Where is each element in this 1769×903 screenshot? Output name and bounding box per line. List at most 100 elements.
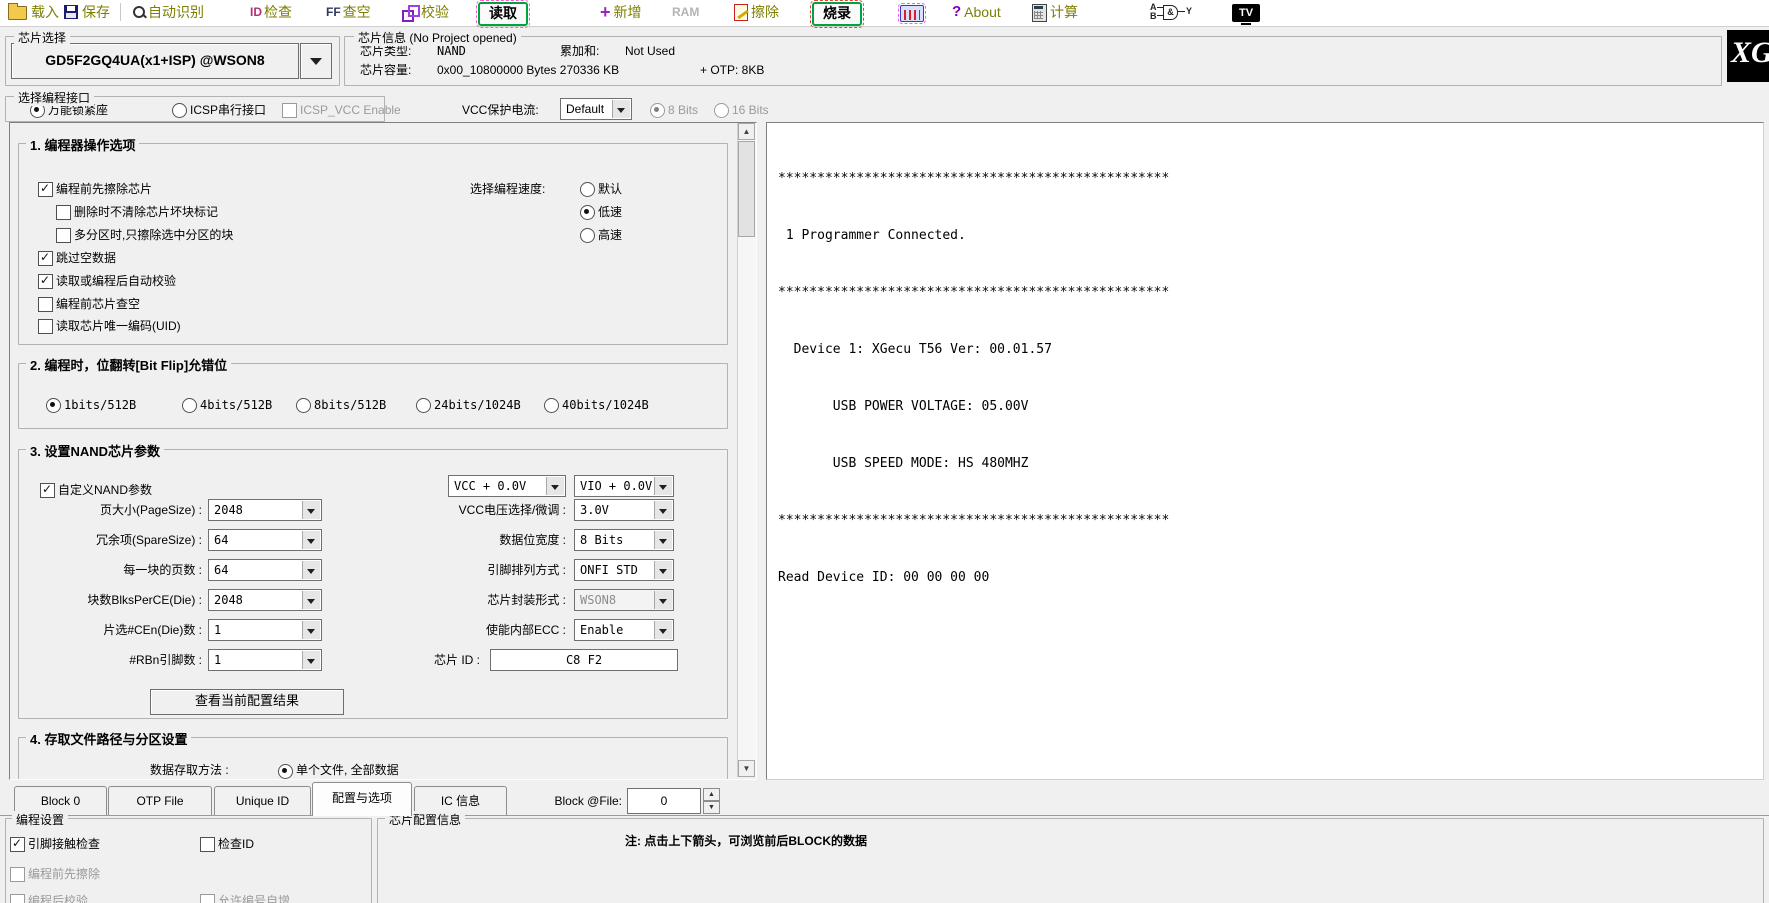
blank-check-button[interactable]: FF查空 — [326, 3, 371, 23]
scrollbar-thumb[interactable] — [738, 141, 755, 237]
rbn-count-combo[interactable]: 1 — [208, 649, 322, 671]
read-uid-label[interactable]: 读取芯片唯一编码(UID) — [56, 319, 181, 334]
burn-button[interactable]: 烧录 — [812, 2, 862, 26]
speed-default-radio[interactable] — [580, 182, 595, 197]
bitflip-24-radio[interactable] — [416, 398, 431, 413]
chip-type-value: NAND — [437, 44, 466, 59]
read-uid-checkbox[interactable] — [38, 319, 53, 334]
chevron-down-icon[interactable] — [654, 477, 672, 495]
scroll-up-button[interactable]: ▲ — [738, 123, 755, 140]
erase-selected-partition-label[interactable]: 多分区时,只擦除选中分区的块 — [74, 228, 233, 243]
speed-low-label[interactable]: 低速 — [598, 205, 622, 220]
chevron-down-icon[interactable] — [654, 621, 672, 639]
auto-verify-label[interactable]: 读取或编程后自动校验 — [56, 274, 176, 289]
about-button[interactable]: ?About — [952, 3, 1001, 23]
block-down-button[interactable]: ▼ — [703, 801, 720, 814]
pagesize-combo[interactable]: 2048 — [208, 499, 322, 521]
scroll-down-button[interactable]: ▼ — [738, 760, 755, 777]
auto-detect-button[interactable]: 自动识别 — [132, 3, 204, 23]
block-at-file-input[interactable]: 0 — [627, 788, 701, 814]
chevron-down-icon[interactable] — [302, 531, 320, 549]
speed-low-radio[interactable] — [580, 205, 595, 220]
erase-before-program-label[interactable]: 编程前先擦除芯片 — [56, 182, 152, 197]
save-button[interactable]: 保存 — [64, 3, 110, 23]
keep-badblock-mark-label[interactable]: 删除时不清除芯片坏块标记 — [74, 205, 218, 220]
pages-per-block-combo[interactable]: 64 — [208, 559, 322, 581]
check-id-checkbox[interactable] — [200, 837, 215, 852]
custom-nand-checkbox[interactable] — [40, 483, 55, 498]
blocks-per-ce-combo[interactable]: 2048 — [208, 589, 322, 611]
bitflip-40-label[interactable]: 40bits/1024B — [562, 398, 649, 413]
vio-trim-combo[interactable]: VIO + 0.0V — [574, 475, 674, 497]
id-check-button[interactable]: ID检查 — [250, 3, 292, 23]
sparesize-combo[interactable]: 64 — [208, 529, 322, 551]
tab-otp-file[interactable]: OTP File — [108, 786, 212, 815]
chip-select-button[interactable]: GD5F2GQ4UA(x1+ISP) @WSON8 — [11, 43, 299, 79]
ce-count-combo[interactable]: 1 — [208, 619, 322, 641]
chevron-down-icon[interactable] — [654, 561, 672, 579]
erase-button[interactable]: 擦除 — [734, 3, 779, 23]
view-config-button[interactable]: 查看当前配置结果 — [150, 689, 344, 715]
chevron-down-icon[interactable] — [302, 561, 320, 579]
chevron-down-icon[interactable] — [654, 531, 672, 549]
bitflip-1-label[interactable]: 1bits/512B — [64, 398, 136, 413]
chevron-down-icon[interactable] — [302, 651, 320, 669]
single-file-radio[interactable] — [278, 764, 293, 779]
chip-id-input[interactable]: C8 F2 — [490, 649, 678, 671]
icsp-interface-radio[interactable] — [172, 103, 187, 118]
speed-high-radio[interactable] — [580, 228, 595, 243]
tab-config-options[interactable]: 配置与选项 — [312, 782, 412, 816]
bitflip-8-label[interactable]: 8bits/512B — [314, 398, 386, 413]
chevron-down-icon[interactable] — [302, 501, 320, 519]
options-scrollbar[interactable]: ▲ ▼ — [737, 123, 756, 777]
keep-badblock-mark-checkbox[interactable] — [56, 205, 71, 220]
speed-default-label[interactable]: 默认 — [598, 182, 622, 197]
bitflip-8-radio[interactable] — [296, 398, 311, 413]
ic-socket-button[interactable] — [900, 3, 924, 23]
vcc-voltage-combo[interactable]: 3.0V — [574, 499, 674, 521]
data-width-combo[interactable]: 8 Bits — [574, 529, 674, 551]
chevron-down-icon[interactable] — [612, 100, 630, 118]
blank-check-before-program-label[interactable]: 编程前芯片查空 — [56, 297, 140, 312]
bitflip-1-radio[interactable] — [46, 398, 61, 413]
calculator-button[interactable]: 计算 — [1032, 3, 1078, 23]
verify-button[interactable]: 校验 — [402, 3, 449, 23]
pin-contact-check-checkbox[interactable] — [10, 837, 25, 852]
chevron-down-icon[interactable] — [302, 591, 320, 609]
bitflip-4-radio[interactable] — [182, 398, 197, 413]
bitflip-40-radio[interactable] — [544, 398, 559, 413]
tab-unique-id[interactable]: Unique ID — [214, 786, 311, 815]
log-console[interactable]: ****************************************… — [766, 122, 1764, 780]
load-button[interactable]: 载入 — [8, 3, 59, 23]
internal-ecc-combo[interactable]: Enable — [574, 619, 674, 641]
bitflip-4-label[interactable]: 4bits/512B — [200, 398, 272, 413]
bitflip-24-label[interactable]: 24bits/1024B — [434, 398, 521, 413]
vcc-trim-combo[interactable]: VCC + 0.0V — [448, 475, 566, 497]
pinout-combo[interactable]: ONFI STD — [574, 559, 674, 581]
custom-nand-label[interactable]: 自定义NAND参数 — [58, 483, 152, 498]
chevron-down-icon[interactable] — [302, 621, 320, 639]
program-settings-group — [5, 818, 372, 903]
chevron-down-icon[interactable] — [654, 501, 672, 519]
speed-high-label[interactable]: 高速 — [598, 228, 622, 243]
block-up-button[interactable]: ▲ — [703, 788, 720, 801]
tv-mode-button[interactable]: TV — [1232, 3, 1260, 23]
erase-selected-partition-checkbox[interactable] — [56, 228, 71, 243]
read-button[interactable]: 读取 — [478, 2, 528, 26]
console-line: Read Device ID: 00 00 00 00 — [778, 568, 1169, 587]
check-id-label[interactable]: 检查ID — [218, 837, 254, 852]
logic-test-button[interactable]: AB & Y — [1150, 3, 1194, 23]
skip-blank-label[interactable]: 跳过空数据 — [56, 251, 116, 266]
erase-before-program-checkbox[interactable] — [38, 182, 53, 197]
magnifier-icon — [132, 5, 146, 19]
new-project-button[interactable]: +新增 — [600, 3, 642, 23]
pin-contact-check-label[interactable]: 引脚接触检查 — [28, 837, 100, 852]
single-file-label[interactable]: 单个文件, 全部数据 — [296, 763, 399, 778]
icsp-interface-label[interactable]: ICSP串行接口 — [190, 103, 266, 118]
chevron-down-icon[interactable] — [546, 477, 564, 495]
blank-check-before-program-checkbox[interactable] — [38, 297, 53, 312]
vcc-current-combo[interactable]: Default — [560, 98, 632, 120]
skip-blank-checkbox[interactable] — [38, 251, 53, 266]
chip-select-dropdown-button[interactable] — [300, 43, 332, 79]
auto-verify-checkbox[interactable] — [38, 274, 53, 289]
